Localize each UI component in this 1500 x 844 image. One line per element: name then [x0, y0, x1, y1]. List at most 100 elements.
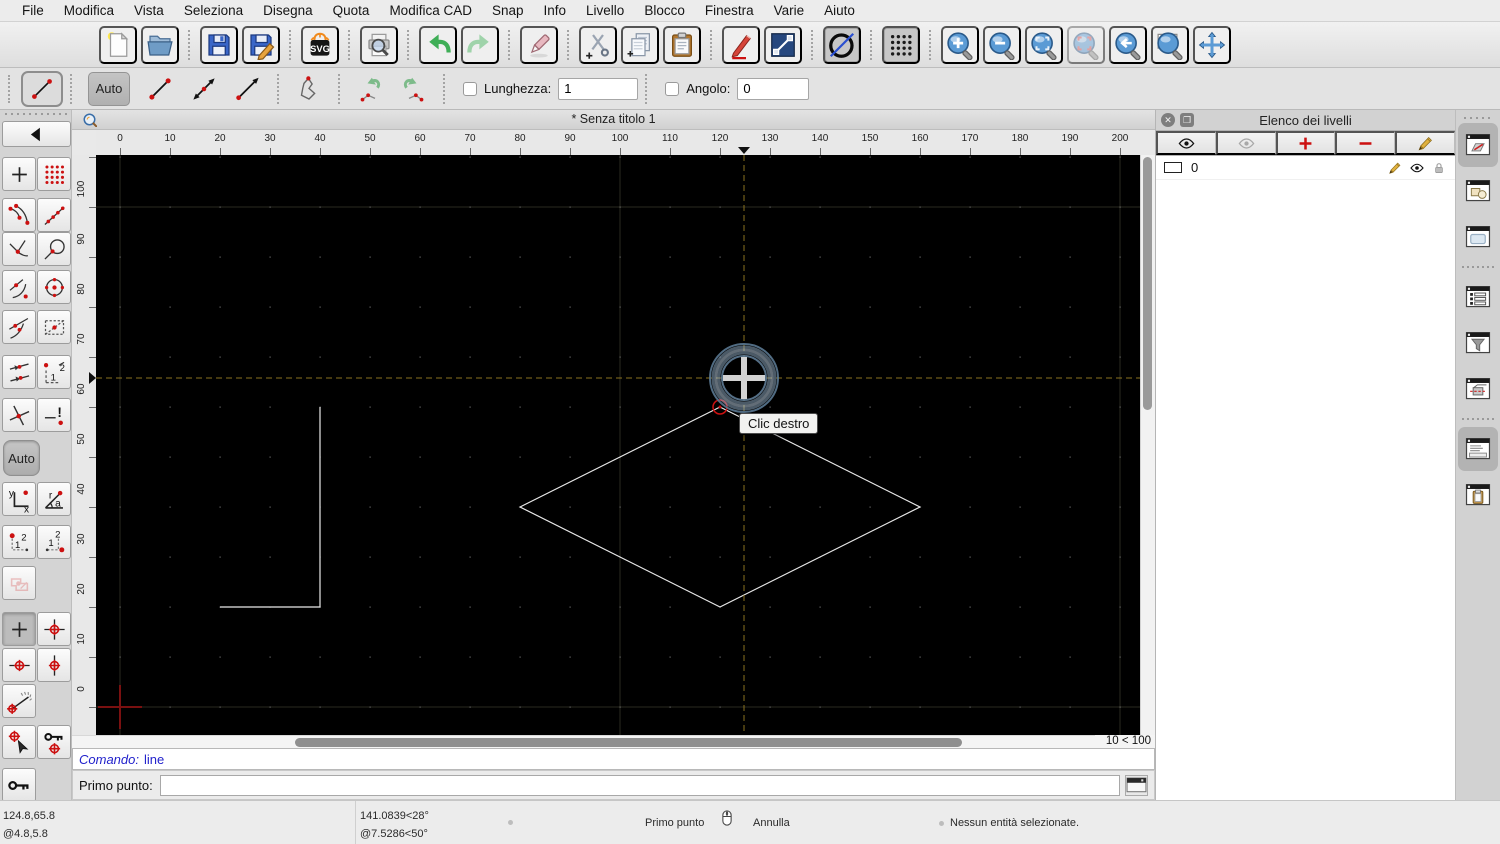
line-angle-button[interactable] — [182, 71, 226, 107]
dock-layer-list-button[interactable] — [1458, 123, 1498, 167]
vertical-scrollbar-thumb[interactable] — [1143, 157, 1152, 410]
menu-item-modifica[interactable]: Modifica — [54, 3, 124, 18]
zoom-previous-button[interactable] — [1109, 25, 1147, 64]
snap-tangent-lines-button[interactable] — [2, 310, 36, 344]
free-snap-plus-button[interactable] — [2, 157, 36, 191]
redo-segment-button[interactable] — [392, 71, 436, 107]
dock-clipboard-button[interactable] — [1458, 473, 1498, 517]
angle-checkbox[interactable] — [665, 81, 680, 96]
edit-layer-button[interactable] — [1395, 131, 1455, 155]
menu-item-aiuto[interactable]: Aiuto — [814, 3, 865, 18]
palette-back-button[interactable] — [2, 121, 71, 147]
eye-open-icon[interactable] — [1409, 160, 1425, 176]
snap-grid-button[interactable] — [37, 157, 71, 191]
drawing-canvas[interactable]: Clic destro — [96, 155, 1140, 735]
horizontal-scrollbar[interactable] — [72, 735, 1095, 748]
paste-button[interactable] — [663, 25, 701, 64]
menu-item-vista[interactable]: Vista — [124, 3, 174, 18]
vertical-scrollbar[interactable] — [1140, 155, 1155, 735]
add-layer-button[interactable] — [1275, 131, 1336, 155]
edit-layer-icon[interactable] — [1387, 160, 1403, 176]
show-all-layers-eye-button[interactable] — [1156, 131, 1216, 155]
menu-item-modifica-cad[interactable]: Modifica CAD — [379, 3, 482, 18]
length-input[interactable] — [558, 77, 639, 100]
snap-intersection-auto-button[interactable] — [2, 232, 36, 266]
snap-intersection-button[interactable] — [2, 398, 36, 432]
draw-pencil-button[interactable] — [722, 25, 760, 64]
open-file-button[interactable] — [141, 25, 179, 64]
dock-block-list-button[interactable] — [1458, 169, 1498, 213]
snap-reference-button[interactable] — [37, 310, 71, 344]
lock-icon[interactable] — [1431, 160, 1447, 176]
set-relative-zero-button[interactable] — [2, 725, 36, 759]
snap-on-entity-button[interactable] — [37, 198, 71, 232]
cut-button[interactable] — [579, 25, 617, 64]
undo-button[interactable] — [419, 25, 457, 64]
lock-relative-zero-button[interactable] — [37, 725, 71, 759]
line-2p-button[interactable] — [138, 71, 182, 107]
auto-line-mode-button[interactable]: Auto — [88, 71, 130, 106]
relative-coords-alt-button[interactable]: 12 — [37, 525, 71, 559]
coord-polar-button[interactable]: ra — [37, 482, 71, 516]
save-as-button[interactable] — [242, 25, 280, 64]
menu-item-varie[interactable]: Varie — [764, 3, 815, 18]
save-button[interactable] — [200, 25, 238, 64]
key-button[interactable] — [2, 768, 36, 802]
zoom-auto-button[interactable] — [1025, 25, 1063, 64]
length-checkbox[interactable] — [463, 81, 477, 96]
menu-item-info[interactable]: Info — [534, 3, 577, 18]
dock-filter-button[interactable] — [1458, 321, 1498, 365]
zoom-out-button[interactable] — [983, 25, 1021, 64]
command-input[interactable] — [159, 774, 1120, 796]
snap-auto-button[interactable]: Auto — [3, 440, 40, 476]
redo-button[interactable] — [461, 25, 499, 64]
dock-property-list-button[interactable] — [1458, 275, 1498, 319]
restrict-nothing-button[interactable] — [2, 612, 36, 646]
restrict-ortho-disabled-button[interactable] — [2, 566, 36, 600]
command-window-toggle-button[interactable] — [1125, 774, 1148, 796]
grid-toggle-button[interactable] — [882, 25, 920, 64]
menu-item-blocco[interactable]: Blocco — [634, 3, 695, 18]
snap-distance-button[interactable]: 12 — [37, 355, 71, 389]
menu-item-livello[interactable]: Livello — [576, 3, 634, 18]
pan-button[interactable] — [1193, 25, 1231, 64]
delete-button[interactable] — [520, 25, 558, 64]
menu-item-snap[interactable]: Snap — [482, 3, 534, 18]
panel-close-icon[interactable]: ✕ — [1161, 113, 1175, 127]
line-tool-button[interactable] — [764, 25, 802, 64]
current-tool-button[interactable] — [21, 70, 63, 107]
undo-segment-button[interactable] — [348, 71, 392, 107]
snap-circle-button[interactable] — [37, 232, 71, 266]
angle-input[interactable] — [737, 77, 810, 100]
restrict-horizontal-button[interactable] — [2, 648, 36, 682]
zoom-select-button[interactable] — [1067, 25, 1105, 64]
snap-center-button[interactable] — [37, 270, 71, 304]
relative-coords-button[interactable]: 12 — [2, 525, 36, 559]
snap-intersection-manual-button[interactable]: ! — [37, 398, 71, 432]
hide-all-layers-eye-button[interactable] — [1215, 131, 1276, 155]
svg-export-button[interactable]: SVG — [301, 25, 339, 64]
line-horizontal-button[interactable] — [226, 71, 270, 107]
snap-endpoints-button[interactable] — [2, 198, 36, 232]
menu-item-seleziona[interactable]: Seleziona — [174, 3, 253, 18]
palette-drag-handle[interactable] — [5, 113, 67, 115]
zoom-window-button[interactable] — [1151, 25, 1189, 64]
menu-item-quota[interactable]: Quota — [323, 3, 380, 18]
strip-drag-handle[interactable] — [1464, 117, 1492, 119]
dock-inspector-button[interactable] — [1458, 367, 1498, 411]
menu-item-file[interactable]: File — [12, 3, 54, 18]
remove-layer-button[interactable] — [1335, 131, 1396, 155]
menu-item-finestra[interactable]: Finestra — [695, 3, 764, 18]
snap-nearest-button[interactable] — [2, 355, 36, 389]
circle-tool-button[interactable] — [823, 25, 861, 64]
new-document-button[interactable] — [99, 25, 137, 64]
copy-button[interactable] — [621, 25, 659, 64]
document-titlebar[interactable]: * Senza titolo 1 — [72, 110, 1155, 130]
dock-command-line-button[interactable] — [1458, 427, 1498, 471]
panel-float-icon[interactable]: ❐ — [1180, 113, 1194, 127]
layer-row[interactable]: 0 — [1156, 156, 1455, 180]
polyline-button[interactable] — [287, 71, 331, 107]
restrict-vertical-button[interactable] — [37, 648, 71, 682]
coord-cartesian-button[interactable]: yx — [2, 482, 36, 516]
snap-tangent-button[interactable] — [2, 270, 36, 304]
